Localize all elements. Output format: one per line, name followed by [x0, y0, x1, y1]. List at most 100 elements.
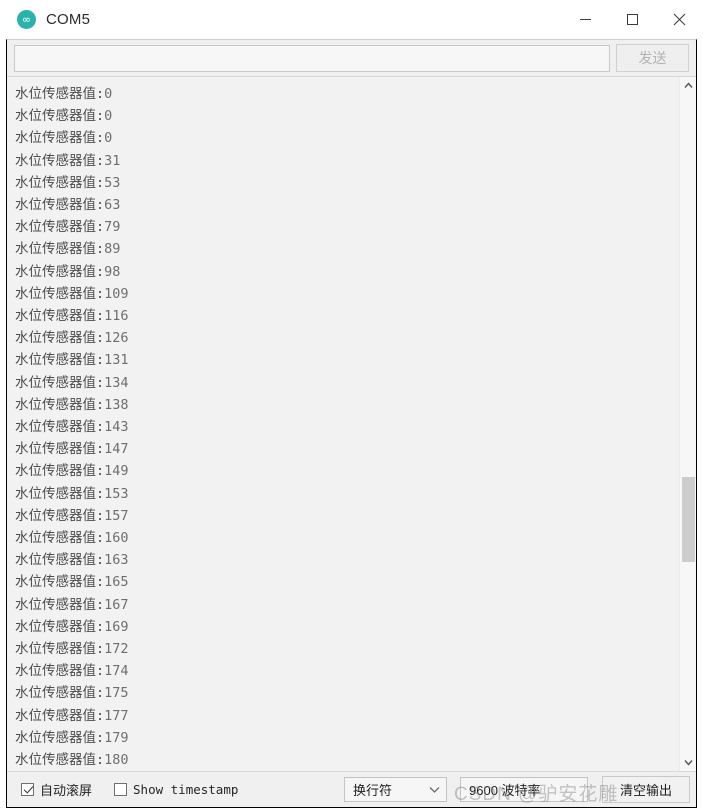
minimize-button[interactable]: [562, 0, 609, 38]
console-line-value: 63: [104, 197, 121, 214]
console-line-label: 水位传感器值:: [15, 752, 105, 769]
console-line: 水位传感器值:98: [15, 261, 679, 283]
console-line-label: 水位传感器值:: [15, 241, 105, 258]
console-line-label: 水位传感器值:: [15, 618, 105, 635]
console-line-value: 160: [104, 530, 129, 547]
console-line-label: 水位传感器值:: [15, 441, 105, 458]
console-line-value: 126: [104, 330, 129, 347]
console-line-label: 水位传感器值:: [15, 330, 105, 347]
window-controls: [562, 0, 703, 38]
console-line-label: 水位传感器值:: [15, 108, 105, 125]
console-line-label: 水位传感器值:: [15, 485, 105, 502]
console-line-label: 水位传感器值:: [15, 219, 105, 236]
status-bar: 自动滚屏 Show timestamp 换行符 9600 波特率 清空输出 CS…: [7, 771, 696, 808]
status-bar-right: 换行符 9600 波特率 清空输出: [344, 776, 690, 804]
console-line: 水位传感器值:153: [15, 483, 679, 505]
console-line-value: 131: [104, 352, 129, 369]
console-line-label: 水位传感器值:: [15, 197, 105, 214]
show-timestamp-checkbox[interactable]: Show timestamp: [114, 782, 238, 797]
console-line-label: 水位传感器值:: [15, 374, 105, 391]
baud-rate-select[interactable]: 9600 波特率: [460, 777, 588, 803]
maximize-button[interactable]: [609, 0, 656, 38]
console-output[interactable]: 水位传感器值:0 水位传感器值:0 水位传感器值:0 水位传感器值:31 水位传感器值:…: [7, 77, 679, 771]
chevron-down-icon: [429, 786, 440, 794]
show-timestamp-checkbox-box[interactable]: [114, 783, 128, 797]
console-line: 水位传感器值:160: [15, 527, 679, 549]
window-title: COM5: [46, 10, 91, 28]
console-line-label: 水位传感器值:: [15, 641, 105, 658]
console-line: 水位传感器值:126: [15, 327, 679, 349]
console-line-value: 163: [104, 552, 129, 569]
console-area: 水位传感器值:0 水位传感器值:0 水位传感器值:0 水位传感器值:31 水位传感器值:…: [7, 76, 696, 772]
console-line: 水位传感器值:116: [15, 305, 679, 327]
close-icon: [673, 13, 686, 25]
console-line-label: 水位传感器值:: [15, 174, 105, 191]
console-line-label: 水位传感器值:: [15, 530, 105, 547]
console-line: 水位传感器值:165: [15, 571, 679, 593]
console-line-value: 153: [104, 485, 129, 502]
console-line-value: 165: [104, 574, 129, 591]
console-line: 水位传感器值:89: [15, 238, 679, 260]
console-scrollbar[interactable]: [679, 77, 696, 772]
arduino-logo-icon: ∞: [17, 9, 36, 29]
console-line: 水位传感器值:109: [15, 283, 679, 305]
console-line-value: 109: [104, 285, 129, 302]
autoscroll-checkbox[interactable]: 自动滚屏: [21, 780, 92, 799]
console-line: 水位传感器值:79: [15, 216, 679, 238]
console-line-value: 0: [104, 86, 113, 102]
console-line-value: 134: [104, 374, 129, 391]
scroll-down-button[interactable]: [680, 754, 696, 771]
console-line-value: 169: [104, 618, 129, 635]
chevron-down-icon: [684, 760, 693, 766]
close-button[interactable]: [656, 0, 703, 38]
console-line: 水位传感器值:149: [15, 460, 679, 482]
chevron-up-icon: [684, 82, 693, 88]
clear-output-button[interactable]: 清空输出: [602, 776, 690, 804]
scrollbar-thumb[interactable]: [682, 477, 695, 562]
console-line-value: 149: [104, 463, 129, 480]
console-line-label: 水位传感器值:: [15, 419, 105, 436]
console-line: 水位传感器值:147: [15, 438, 679, 460]
console-line-value: 98: [104, 263, 121, 280]
autoscroll-checkbox-box[interactable]: [21, 783, 34, 797]
console-line: 水位传感器值:143: [15, 416, 679, 438]
console-line: 水位传感器值:131: [15, 349, 679, 371]
serial-monitor-window: ∞ COM5 发送 水位传感器值:0 水位传感器值:0 水位传感器值:0 水位传…: [0, 0, 703, 808]
console-line-value: 179: [104, 729, 129, 746]
console-line-value: 167: [104, 596, 129, 613]
console-line: 水位传感器值:179: [15, 727, 679, 749]
console-line: 水位传感器值:63: [15, 194, 679, 216]
scroll-up-button[interactable]: [680, 77, 696, 94]
console-line-label: 水位传感器值:: [15, 707, 105, 724]
console-line: 水位传感器值:175: [15, 682, 679, 704]
send-input[interactable]: [14, 44, 610, 72]
console-line: 水位传感器值:169: [15, 616, 679, 638]
title-bar: ∞ COM5: [0, 0, 703, 39]
console-line: 水位传感器值:31: [15, 150, 679, 172]
send-button[interactable]: 发送: [616, 44, 689, 72]
console-line-label: 水位传感器值:: [15, 285, 105, 302]
console-line-label: 水位传感器值:: [15, 507, 105, 524]
console-line-label: 水位传感器值:: [15, 596, 105, 613]
console-line-value: 79: [104, 219, 121, 236]
console-line: 水位传感器值:53: [15, 172, 679, 194]
console-line-label: 水位传感器值:: [15, 663, 105, 680]
console-line-value: 174: [104, 663, 129, 680]
client-area: 发送 水位传感器值:0 水位传感器值:0 水位传感器值:0 水位传感器值:31 水位传感…: [6, 39, 697, 808]
console-line-label: 水位传感器值:: [15, 685, 105, 702]
console-line: 水位传感器值:0: [15, 83, 679, 105]
console-line-value: 0: [104, 108, 113, 125]
console-line-label: 水位传感器值:: [15, 396, 105, 413]
console-line: 水位传感器值:163: [15, 549, 679, 571]
console-line-value: 172: [104, 641, 129, 658]
console-line-label: 水位传感器值:: [15, 352, 105, 369]
console-line-label: 水位传感器值:: [15, 152, 105, 169]
console-line-value: 138: [104, 396, 129, 413]
console-line-value: 147: [104, 441, 129, 458]
console-line-value: 31: [104, 152, 121, 169]
line-ending-select[interactable]: 换行符: [344, 777, 447, 803]
baud-rate-value: 9600 波特率: [469, 783, 541, 799]
show-timestamp-label: Show timestamp: [133, 782, 239, 798]
console-line: 水位传感器值:180: [15, 749, 679, 771]
console-line-value: 53: [104, 174, 121, 191]
